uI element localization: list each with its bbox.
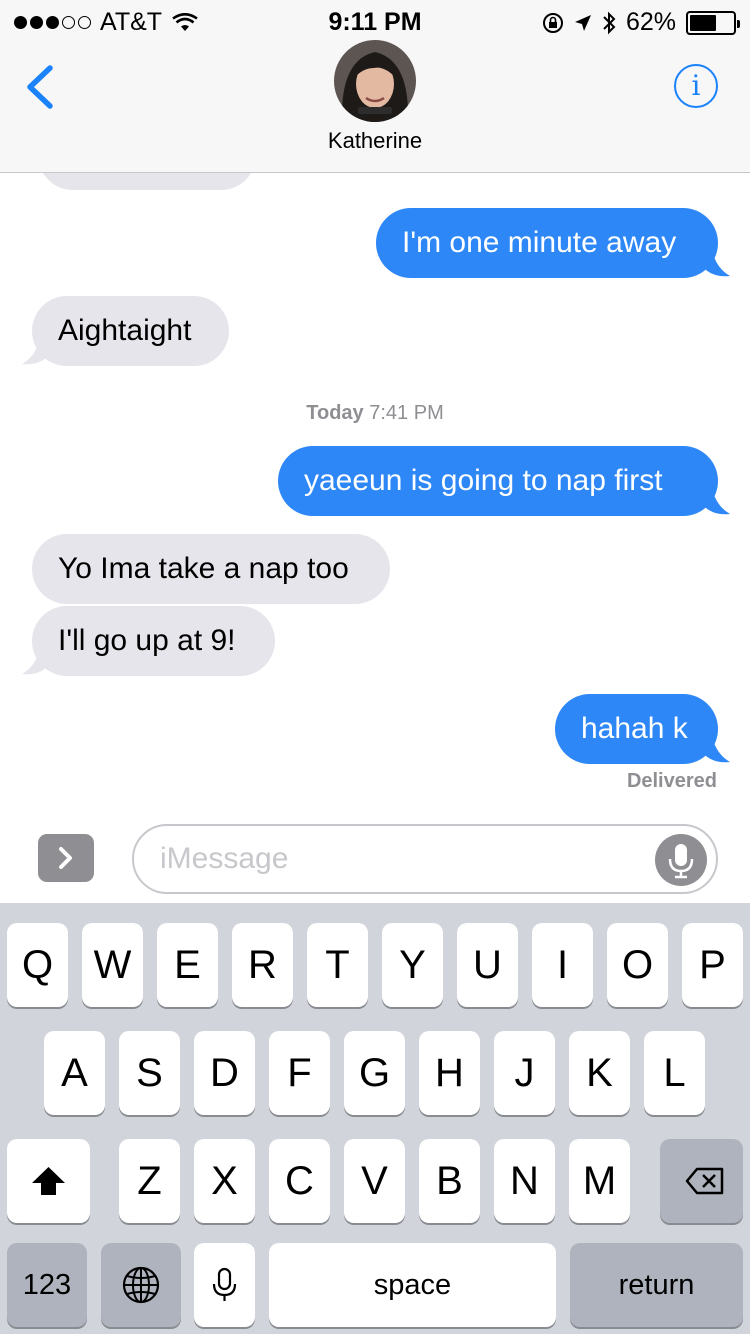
chevron-right-icon [59,847,72,869]
microphone-icon [212,1267,237,1301]
info-button[interactable]: i [674,64,718,108]
message-bubble-incoming[interactable]: Yo Ima take a nap too [32,534,390,604]
key-f[interactable]: F [269,1031,330,1115]
dictation-key[interactable] [194,1243,255,1327]
key-s[interactable]: S [119,1031,180,1115]
bubble-tail [702,250,730,277]
message-bubble-outgoing[interactable]: I'm one minute away [376,208,718,278]
imessage-input[interactable] [132,824,718,894]
key-k[interactable]: K [569,1031,630,1115]
key-i[interactable]: I [532,923,593,1007]
bubble-tail [702,488,730,515]
timestamp: Today 7:41 PM [306,402,444,424]
key-v[interactable]: V [344,1139,405,1223]
keyboard: Q W E R T Y U I O P A S D F G H J K L Z … [0,903,750,1334]
dictation-button[interactable] [655,834,707,886]
key-q[interactable]: Q [7,923,68,1007]
globe-key[interactable] [101,1243,181,1327]
message-bubble-outgoing[interactable]: hahah k [555,694,718,764]
contact-name[interactable]: Katherine [0,128,750,154]
status-bar: AT&T 9:11 PM 62% [0,0,750,40]
backspace-icon [685,1167,724,1195]
key-m[interactable]: M [569,1139,630,1223]
key-z[interactable]: Z [119,1139,180,1223]
app-drawer-button[interactable] [38,834,94,882]
message-bubble-incoming[interactable]: Aightaight [32,296,229,366]
message-bubble-incoming[interactable]: I'll go up at 9! [32,606,275,676]
key-y[interactable]: Y [382,923,443,1007]
bubble-tail [22,648,50,675]
delete-key[interactable] [660,1139,743,1223]
key-o[interactable]: O [607,923,668,1007]
bubble-tail [22,338,50,365]
message-bubble-outgoing[interactable]: yaeeun is going to nap first [278,446,718,516]
key-a[interactable]: A [44,1031,105,1115]
key-j[interactable]: J [494,1031,555,1115]
key-t[interactable]: T [307,923,368,1007]
shift-key[interactable] [7,1139,90,1223]
globe-icon [122,1266,160,1304]
key-e[interactable]: E [157,923,218,1007]
key-c[interactable]: C [269,1139,330,1223]
key-b[interactable]: B [419,1139,480,1223]
bubble-tail [702,736,730,763]
key-p[interactable]: P [682,923,743,1007]
battery-icon [686,10,740,35]
conversation-header: AT&T 9:11 PM 62% Katherine i [0,0,750,173]
key-h[interactable]: H [419,1031,480,1115]
key-l[interactable]: L [644,1031,705,1115]
bluetooth-icon [603,11,616,34]
battery-level [690,14,717,31]
battery-percentage: 62% [625,8,676,36]
back-chevron-icon[interactable] [20,62,60,112]
return-key[interactable]: return [570,1243,743,1327]
key-g[interactable]: G [344,1031,405,1115]
avatar-photo [334,40,416,122]
orientation-lock-icon [542,12,563,33]
contact-avatar[interactable] [334,40,416,122]
key-n[interactable]: N [494,1139,555,1223]
microphone-icon [668,844,694,879]
space-key[interactable]: space [269,1243,556,1327]
key-x[interactable]: X [194,1139,255,1223]
numbers-key[interactable]: 123 [7,1243,87,1327]
key-u[interactable]: U [457,923,518,1007]
location-icon [574,14,591,31]
shift-arrow-icon [32,1167,65,1195]
key-w[interactable]: W [82,923,143,1007]
delivery-status: Delivered [626,770,717,792]
key-r[interactable]: R [232,923,293,1007]
key-d[interactable]: D [194,1031,255,1115]
